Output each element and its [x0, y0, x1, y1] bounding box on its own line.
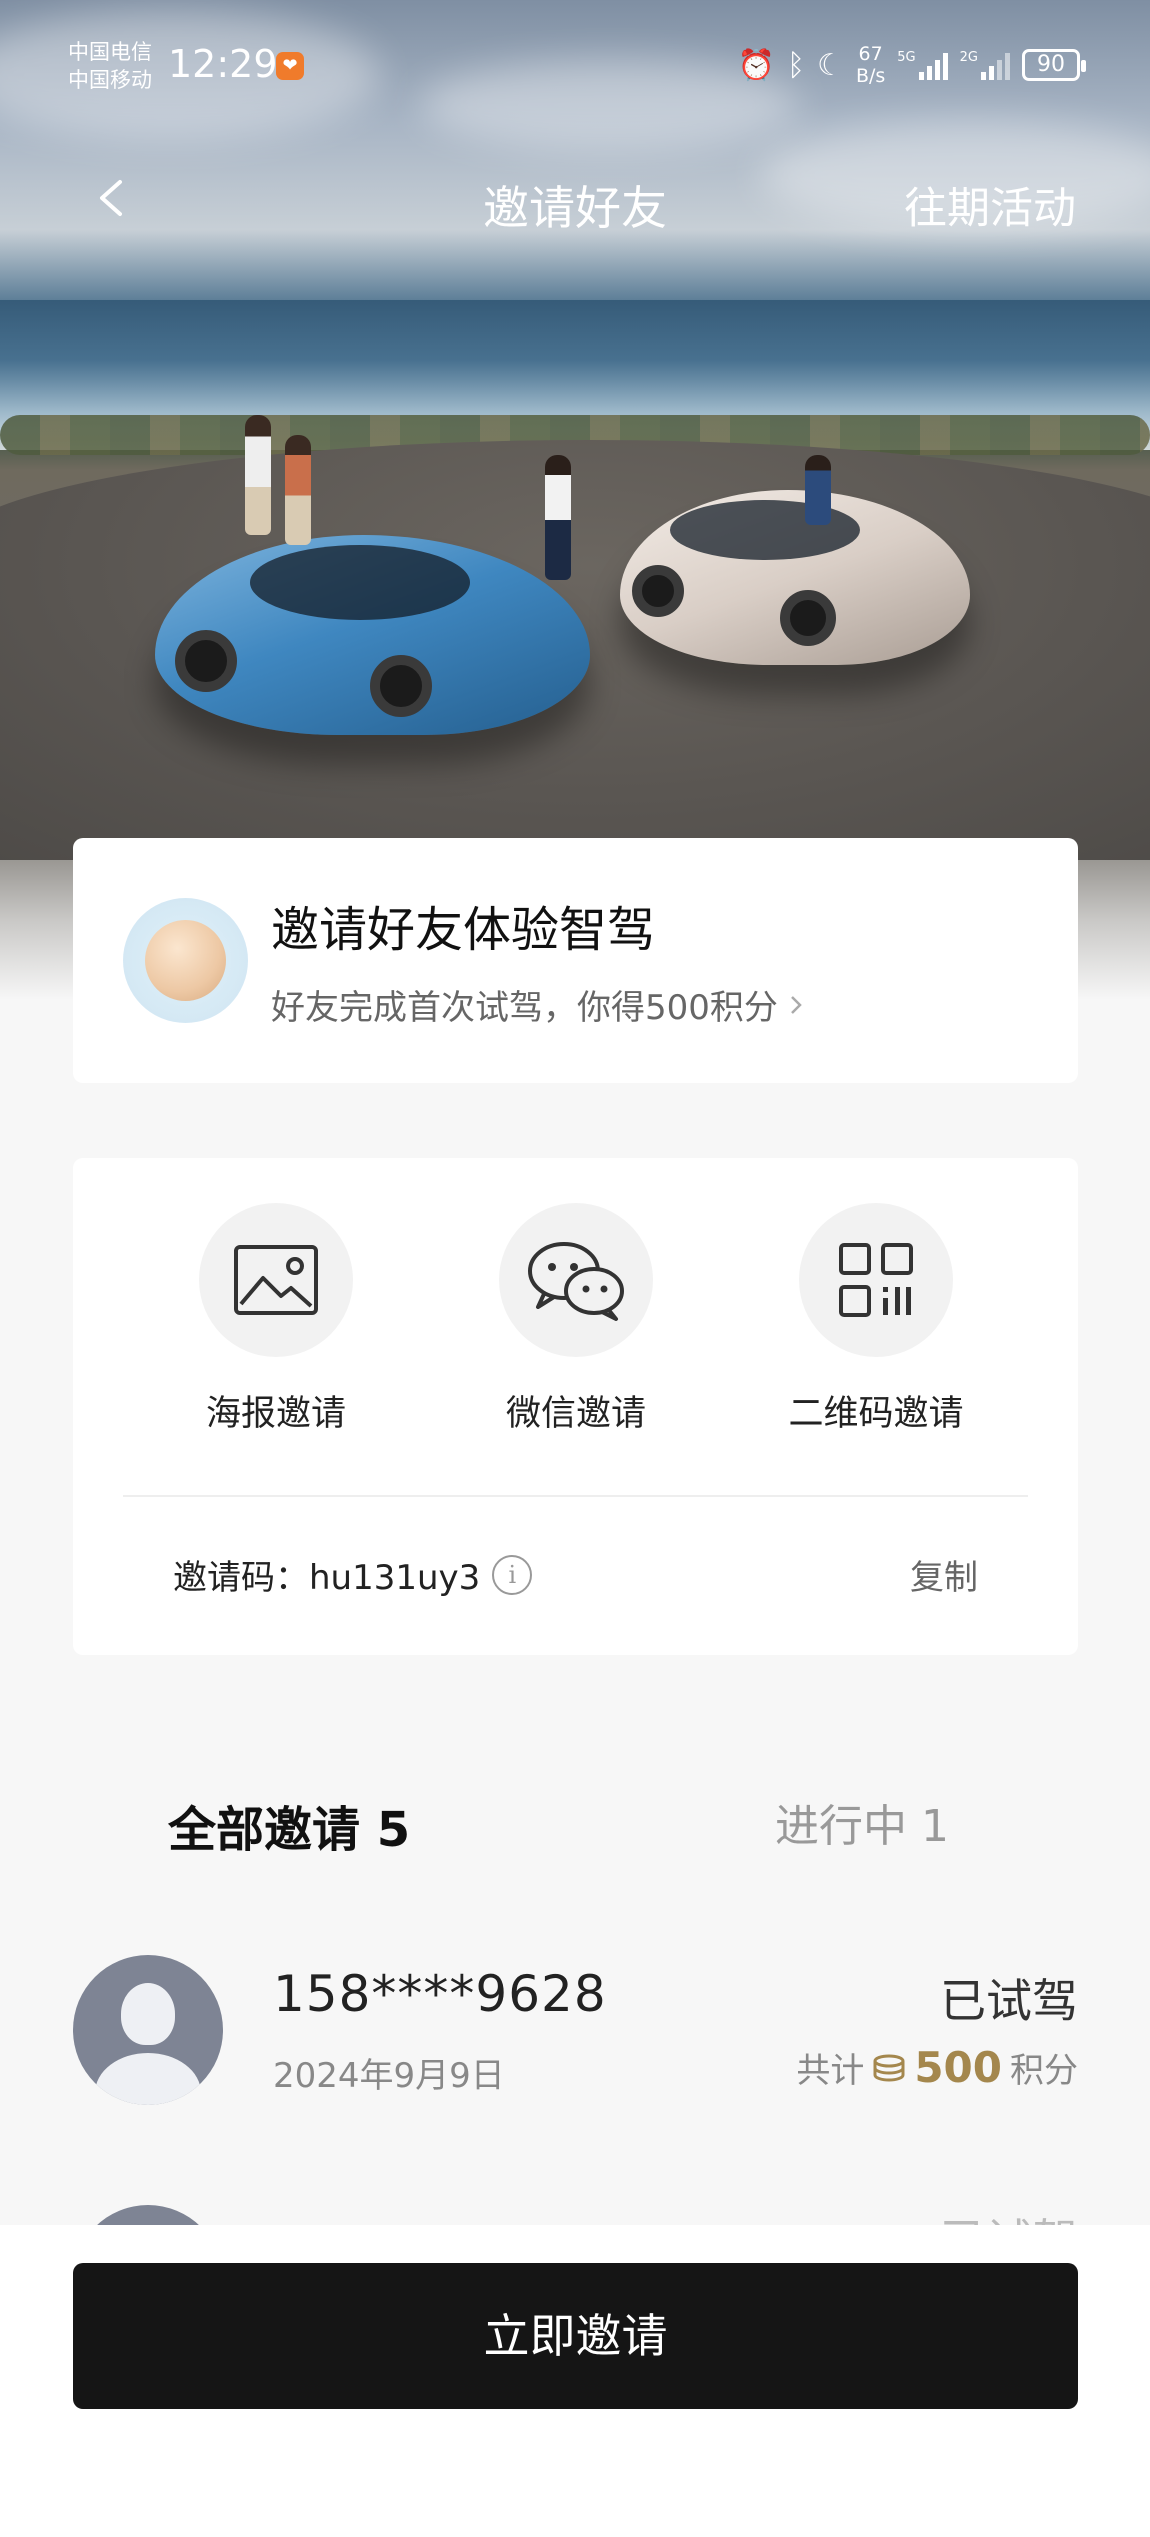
network-speed-unit: B/s: [855, 65, 886, 87]
wechat-invite-button[interactable]: 微信邀请: [456, 1203, 696, 1436]
image-icon: [234, 1245, 318, 1315]
qrcode-icon: [839, 1243, 913, 1317]
poster-invite-label: 海报邀请: [205, 1394, 346, 1434]
chevron-right-icon: [791, 995, 802, 1014]
points-earned: 共计 500 积分: [796, 2043, 1078, 2092]
invite-now-button[interactable]: 立即邀请: [73, 2263, 1078, 2409]
network-speed-value: 67: [858, 43, 883, 65]
qrcode-invite-button[interactable]: 二维码邀请: [756, 1203, 996, 1436]
bluetooth-icon: ᛒ: [787, 47, 806, 83]
carrier-2: 中国移动: [68, 68, 152, 92]
invite-status: 已试驾: [940, 1974, 1078, 2028]
promo-title: 邀请好友体验智驾: [271, 902, 656, 958]
share-options-card: 海报邀请 微信邀请 二维码邀请 邀请码：hu131uy3 i 复制: [73, 1158, 1078, 1655]
signal-5g-icon: 5G: [897, 50, 948, 80]
status-time: 12:29: [168, 42, 278, 86]
carrier-1: 中国电信: [68, 40, 152, 64]
alarm-icon: ⏰: [737, 47, 776, 83]
points-suffix: 积分: [1010, 2051, 1078, 2091]
tab-all-invites[interactable]: 全部邀请 5: [168, 1790, 410, 1860]
points-coin-icon: [123, 898, 248, 1023]
tab-in-progress[interactable]: 进行中 1: [775, 1790, 949, 1854]
battery-icon: 90: [1022, 49, 1086, 81]
carrier-labels: 中国电信 中国移动: [68, 38, 152, 94]
app-badge-icon: ❤: [276, 52, 304, 80]
bottom-action-bar: 立即邀请: [0, 2225, 1150, 2537]
invite-code: 邀请码：hu131uy3: [173, 1558, 481, 1598]
top-nav-bar: 邀请好友 往期活动: [0, 150, 1150, 250]
copy-code-button[interactable]: 复制: [910, 1550, 978, 1599]
qrcode-invite-label: 二维码邀请: [788, 1394, 964, 1434]
points-value: 500: [914, 2043, 1002, 2092]
invitee-phone: 158****9628: [273, 1965, 607, 2023]
points-prefix: 共计: [796, 2051, 865, 2091]
wechat-invite-label: 微信邀请: [505, 1394, 646, 1434]
coins-icon: [873, 2054, 905, 2082]
poster-invite-button[interactable]: 海报邀请: [156, 1203, 396, 1436]
signal-5g-label: 5G: [897, 50, 916, 65]
list-item[interactable]: 158****9628 2024年9月9日 已试驾 共计 500 积分: [73, 1955, 1078, 2105]
status-bar: 中国电信 中国移动 12:29 ❤ ⏰ ᛒ ☾ 67 B/s 5G 2G 90: [0, 0, 1150, 135]
info-icon[interactable]: i: [492, 1554, 533, 1595]
signal-2g-icon: 2G: [960, 50, 1010, 80]
invite-promo-card[interactable]: 邀请好友体验智驾 好友完成首次试驾，你得500积分: [73, 838, 1078, 1083]
do-not-disturb-icon: ☾: [817, 47, 844, 83]
past-events-link[interactable]: 往期活动: [904, 174, 1076, 236]
network-speed: 67 B/s: [856, 43, 885, 87]
promo-subtitle: 好友完成首次试驾，你得500积分: [271, 988, 778, 1028]
invite-date: 2024年9月9日: [273, 2056, 505, 2096]
promo-subtitle-row[interactable]: 好友完成首次试驾，你得500积分: [271, 980, 804, 1029]
signal-2g-label: 2G: [959, 50, 978, 65]
wechat-icon: [528, 1242, 624, 1321]
avatar: [73, 1955, 223, 2105]
divider: [123, 1495, 1028, 1497]
invite-code-row: 邀请码：hu131uy3 i: [173, 1550, 533, 1599]
